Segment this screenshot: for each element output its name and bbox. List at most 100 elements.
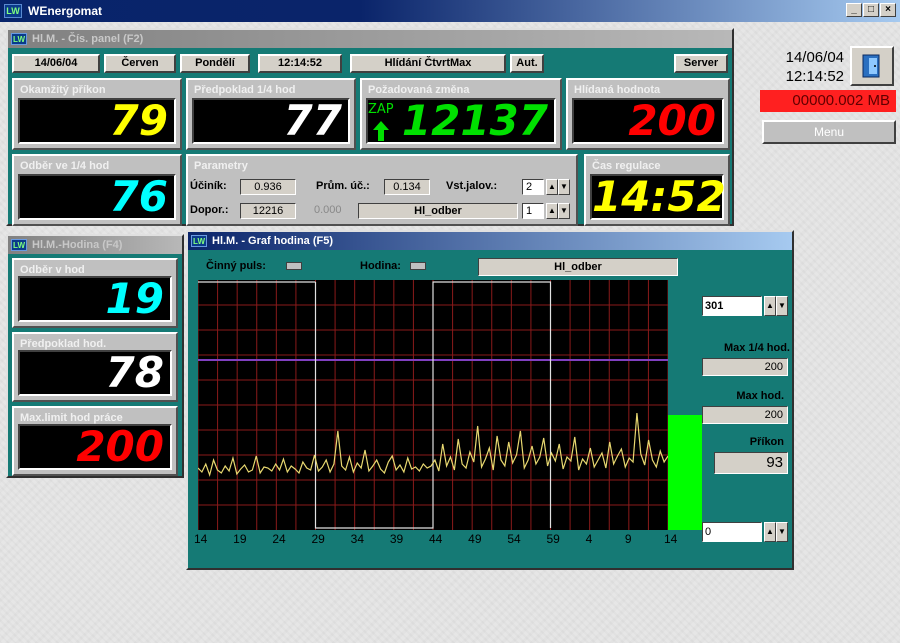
numeric-panel-window: LW Hl.M. - Čís. panel (F2) 14/06/04 Červ… bbox=[6, 28, 734, 226]
spin-up-icon[interactable]: ▲ bbox=[764, 522, 776, 542]
mode-button[interactable]: Hlídání ČtvrtMax bbox=[350, 54, 506, 73]
x-tick-label: 44 bbox=[429, 532, 443, 546]
instant-power-value: 79 bbox=[18, 98, 176, 144]
instant-power-tile: Okamžitý příkon 79 bbox=[12, 78, 182, 150]
input-spinner[interactable]: ▲ ▼ bbox=[546, 179, 570, 195]
numeric-panel-title-bar: LW Hl.M. - Čís. panel (F2) bbox=[8, 30, 732, 48]
max-hour-label: Max hod. bbox=[736, 390, 784, 402]
minimize-button[interactable]: _ bbox=[846, 3, 862, 17]
monitored-value: 200 bbox=[572, 98, 724, 144]
graph-panel-title: Hl.M. - Graf hodina (F5) bbox=[212, 235, 333, 247]
hour-panel-title: Hl.M.-Hodina (F4) bbox=[32, 239, 123, 251]
close-button[interactable]: × bbox=[880, 3, 896, 17]
required-change-tile: Požadovaná změna 12137 ZAP bbox=[360, 78, 562, 150]
window-controls: _ □ × bbox=[846, 3, 896, 17]
spin-down-icon[interactable]: ▼ bbox=[776, 522, 788, 542]
numeric-panel-title: Hl.M. - Čís. panel (F2) bbox=[32, 33, 144, 45]
input-field[interactable]: 2 bbox=[522, 179, 544, 195]
hour-panel-title-bar: LW Hl.M.-Hodina (F4) bbox=[8, 236, 182, 254]
app-title-bar: LW WEnergomat _ □ × bbox=[0, 0, 900, 22]
source-field: Hl_odber bbox=[358, 203, 518, 219]
app-title: WEnergomat bbox=[28, 4, 103, 18]
header-month: Červen bbox=[104, 54, 176, 73]
required-change-value: 12137 bbox=[366, 98, 556, 144]
source-spinner[interactable]: ▲ ▼ bbox=[546, 203, 570, 219]
hour-chart bbox=[198, 280, 668, 530]
spin-down-icon[interactable]: ▼ bbox=[776, 296, 788, 316]
exit-button[interactable] bbox=[850, 46, 894, 86]
header-time: 12:14:52 bbox=[258, 54, 342, 73]
x-tick-label: 19 bbox=[233, 532, 247, 546]
forecast-quarter-tile: Předpoklad 1/4 hod 77 bbox=[186, 78, 356, 150]
hour-indicator bbox=[410, 262, 426, 270]
avg-power-factor-value: 0.134 bbox=[384, 179, 430, 195]
power-value: 93 bbox=[714, 452, 788, 474]
memory-status: 00000.002 MB bbox=[760, 90, 896, 112]
consumption-quarter-value: 76 bbox=[18, 174, 176, 220]
active-pulse-indicator bbox=[286, 262, 302, 270]
level-bar-track bbox=[668, 280, 702, 530]
hour-label: Hodina: bbox=[360, 260, 401, 272]
parameters-title: Parametry bbox=[194, 160, 248, 172]
hour-limit-value: 200 bbox=[18, 424, 172, 470]
x-tick-label: 4 bbox=[585, 532, 593, 546]
spin-down-icon[interactable]: ▼ bbox=[558, 203, 570, 219]
graph-source-field: Hl_odber bbox=[478, 258, 678, 276]
hour-forecast-value: 78 bbox=[18, 350, 172, 396]
power-factor-label: Účiník: bbox=[190, 180, 227, 192]
bottom-spinner[interactable]: ▲ ▼ bbox=[764, 522, 788, 542]
max-quarter-label: Max 1/4 hod. bbox=[723, 342, 790, 354]
max-hour-value: 200 bbox=[702, 406, 788, 424]
channel-field[interactable]: 301 bbox=[702, 296, 762, 316]
graph-panel-title-bar: LW Hl.M. - Graf hodina (F5) bbox=[188, 232, 792, 250]
door-icon bbox=[862, 54, 880, 78]
gray-value: 0.000 bbox=[314, 204, 342, 216]
maximize-button[interactable]: □ bbox=[863, 3, 879, 17]
avg-power-factor-label: Prům. úč.: bbox=[316, 180, 370, 192]
arrow-up-icon bbox=[373, 121, 389, 141]
zap-state: ZAP bbox=[368, 102, 394, 117]
hour-limit-tile: Max.limit hod práce 200 bbox=[12, 406, 178, 476]
source-index-field[interactable]: 1 bbox=[522, 203, 544, 219]
level-bar-fill bbox=[668, 415, 702, 530]
clock-display: 14/06/04 12:14:52 bbox=[758, 48, 844, 88]
bottom-value-field[interactable]: 0 bbox=[702, 522, 762, 542]
window-icon: LW bbox=[11, 33, 27, 45]
spin-down-icon[interactable]: ▼ bbox=[558, 179, 570, 195]
consumption-quarter-tile: Odběr ve 1/4 hod 76 bbox=[12, 154, 182, 226]
app-logo-icon: LW bbox=[4, 4, 22, 18]
recommended-value: 12216 bbox=[240, 203, 296, 219]
max-quarter-value: 200 bbox=[702, 358, 788, 376]
x-tick-label: 59 bbox=[546, 532, 560, 546]
x-tick-label: 14 bbox=[194, 532, 208, 546]
x-tick-label: 14 bbox=[664, 532, 678, 546]
spin-up-icon[interactable]: ▲ bbox=[764, 296, 776, 316]
header-day: Pondělí bbox=[180, 54, 250, 73]
power-factor-value: 0.936 bbox=[240, 179, 296, 195]
hour-consumption-tile: Odběr v hod 19 bbox=[12, 258, 178, 328]
graph-panel-window: LW Hl.M. - Graf hodina (F5) Činný puls: … bbox=[186, 230, 794, 570]
x-tick-label: 54 bbox=[507, 532, 521, 546]
spin-up-icon[interactable]: ▲ bbox=[546, 179, 558, 195]
menu-button[interactable]: Menu bbox=[762, 120, 896, 144]
recommended-label: Dopor.: bbox=[190, 204, 229, 216]
hour-forecast-tile: Předpoklad hod. 78 bbox=[12, 332, 178, 402]
x-tick-label: 24 bbox=[272, 532, 286, 546]
window-icon: LW bbox=[191, 235, 207, 247]
x-tick-label: 34 bbox=[350, 532, 365, 546]
x-tick-label: 9 bbox=[624, 532, 632, 546]
x-axis-ticks: 14 19 24 29 34 39 44 49 54 59 4 9 14 bbox=[194, 532, 677, 548]
power-label: Příkon bbox=[749, 436, 784, 448]
x-tick-label: 39 bbox=[389, 532, 404, 546]
active-pulse-label: Činný puls: bbox=[206, 260, 266, 272]
channel-spinner[interactable]: ▲ ▼ bbox=[764, 296, 788, 316]
auto-button[interactable]: Aut. bbox=[510, 54, 544, 73]
server-button[interactable]: Server bbox=[674, 54, 728, 73]
spin-up-icon[interactable]: ▲ bbox=[546, 203, 558, 219]
window-icon: LW bbox=[11, 239, 27, 251]
monitored-value-tile: Hlídaná hodnota 200 bbox=[566, 78, 730, 150]
workspace: 14/06/04 12:14:52 00000.002 MB Menu LW H… bbox=[0, 22, 900, 643]
clock-date: 14/06/04 bbox=[785, 49, 844, 66]
input-label: Vst.jalov.: bbox=[446, 180, 498, 192]
hour-consumption-value: 19 bbox=[18, 276, 172, 322]
